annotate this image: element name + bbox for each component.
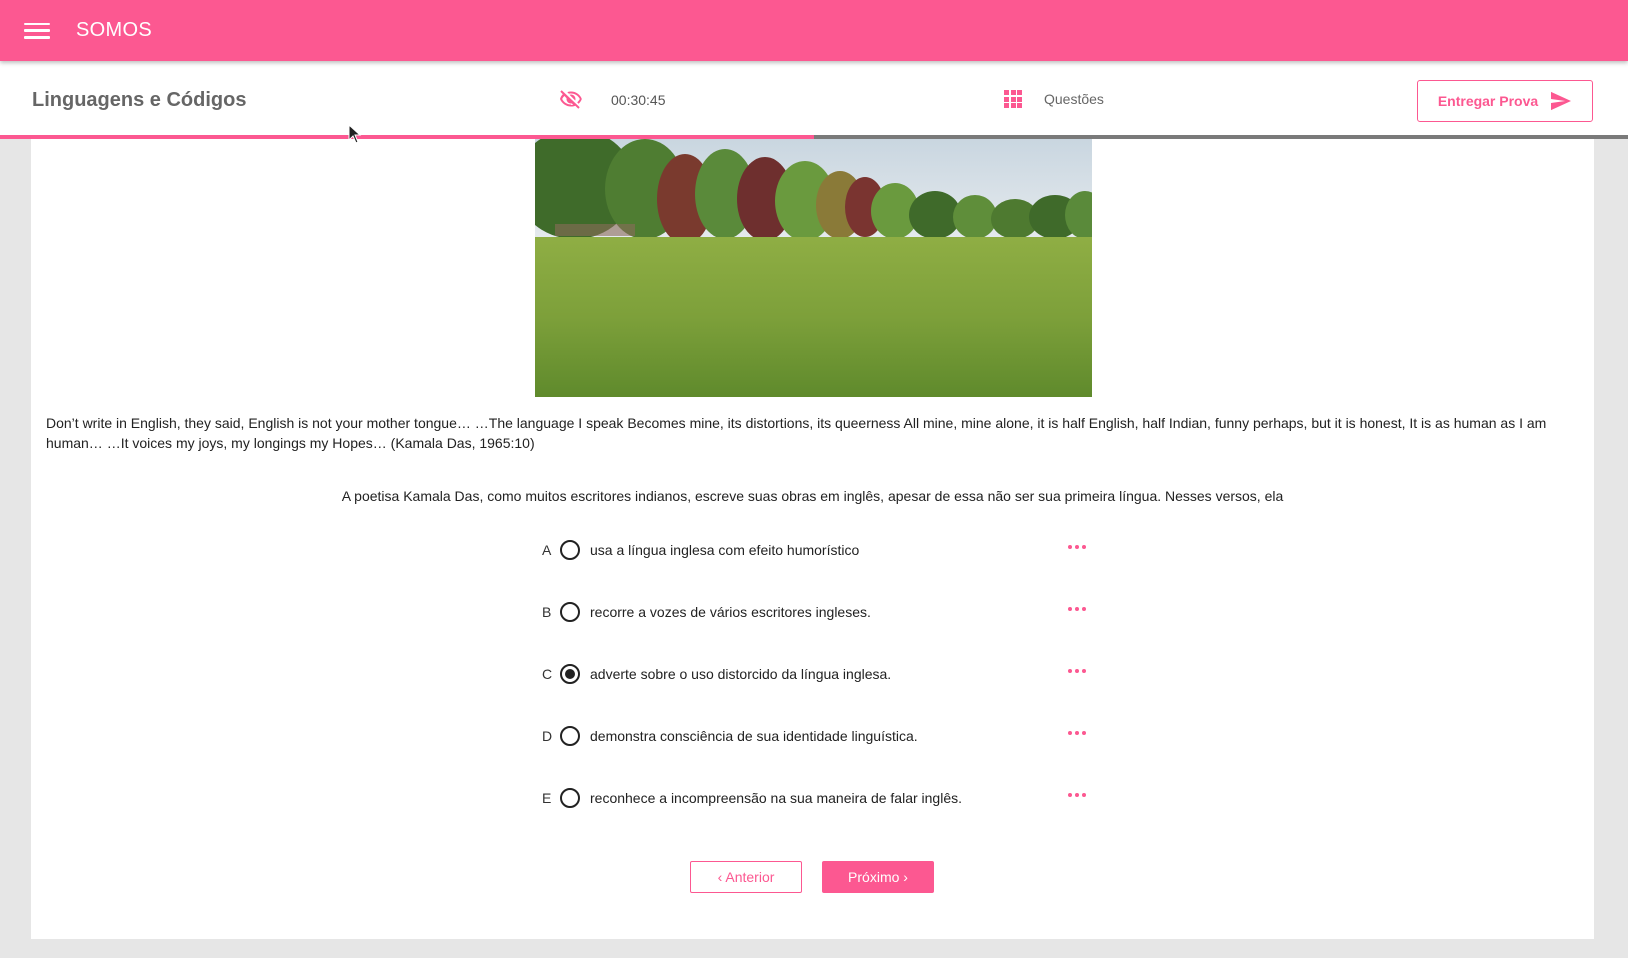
more-horiz-icon[interactable] xyxy=(1068,731,1086,735)
option-b[interactable]: B recorre a vozes de vários escritores i… xyxy=(535,581,1095,643)
submit-exam-label: Entregar Prova xyxy=(1437,93,1539,109)
exam-progress-fill xyxy=(0,135,814,139)
question-stem: A poetisa Kamala Das, como muitos escrit… xyxy=(341,488,1284,504)
menu-icon[interactable] xyxy=(24,21,50,41)
submit-exam-button[interactable]: Entregar Prova xyxy=(1417,80,1593,122)
option-text: adverte sobre o uso distorcido da língua… xyxy=(590,666,892,682)
option-text: reconhece a incompreensão na sua maneira… xyxy=(590,790,963,806)
option-c-radio[interactable] xyxy=(560,664,580,684)
send-icon xyxy=(1551,91,1572,111)
more-horiz-icon[interactable] xyxy=(1068,793,1086,797)
eye-off-icon[interactable] xyxy=(558,87,584,111)
option-letter: B xyxy=(542,604,552,620)
subject-title: Linguagens e Códigos xyxy=(32,89,247,111)
option-letter: D xyxy=(542,728,553,744)
mouse-cursor-icon xyxy=(348,124,362,144)
option-c[interactable]: C adverte sobre o uso distorcido da líng… xyxy=(535,643,1095,705)
brand-title: SOMOS xyxy=(76,19,152,41)
app-bar: SOMOS xyxy=(0,0,1628,61)
answer-options: A usa a língua inglesa com efeito humorí… xyxy=(535,519,1095,829)
grid-icon[interactable] xyxy=(1004,90,1022,108)
option-text: recorre a vozes de vários escritores ing… xyxy=(590,604,871,620)
more-horiz-icon[interactable] xyxy=(1068,545,1086,549)
more-horiz-icon[interactable] xyxy=(1068,669,1086,673)
option-letter: C xyxy=(542,666,553,682)
option-e[interactable]: E reconhece a incompreensão na sua manei… xyxy=(535,767,1095,829)
exam-progress-bar xyxy=(0,135,1628,139)
option-a[interactable]: A usa a língua inglesa com efeito humorí… xyxy=(535,519,1095,581)
more-horiz-icon[interactable] xyxy=(1068,607,1086,611)
option-d-radio[interactable] xyxy=(560,726,580,746)
next-button[interactable]: Próximo › xyxy=(822,861,934,893)
option-b-radio[interactable] xyxy=(560,602,580,622)
question-passage: Don’t write in English, they said, Engli… xyxy=(46,415,1547,451)
questions-link[interactable]: Questões xyxy=(1044,91,1104,107)
option-e-radio[interactable] xyxy=(560,788,580,808)
timer: 00:30:45 xyxy=(611,92,666,108)
question-image xyxy=(535,139,1092,397)
option-text: demonstra consciência de sua identidade … xyxy=(590,728,918,744)
option-d[interactable]: D demonstra consciência de sua identidad… xyxy=(535,705,1095,767)
option-text: usa a língua inglesa com efeito humoríst… xyxy=(590,542,860,558)
option-letter: E xyxy=(542,790,552,806)
previous-button[interactable]: ‹ Anterior xyxy=(690,861,802,893)
option-a-radio[interactable] xyxy=(560,540,580,560)
exam-header: Linguagens e Códigos 00:30:45 Questões E… xyxy=(0,61,1628,139)
question-card: Don’t write in English, they said, Engli… xyxy=(31,139,1594,939)
option-letter: A xyxy=(542,542,552,558)
